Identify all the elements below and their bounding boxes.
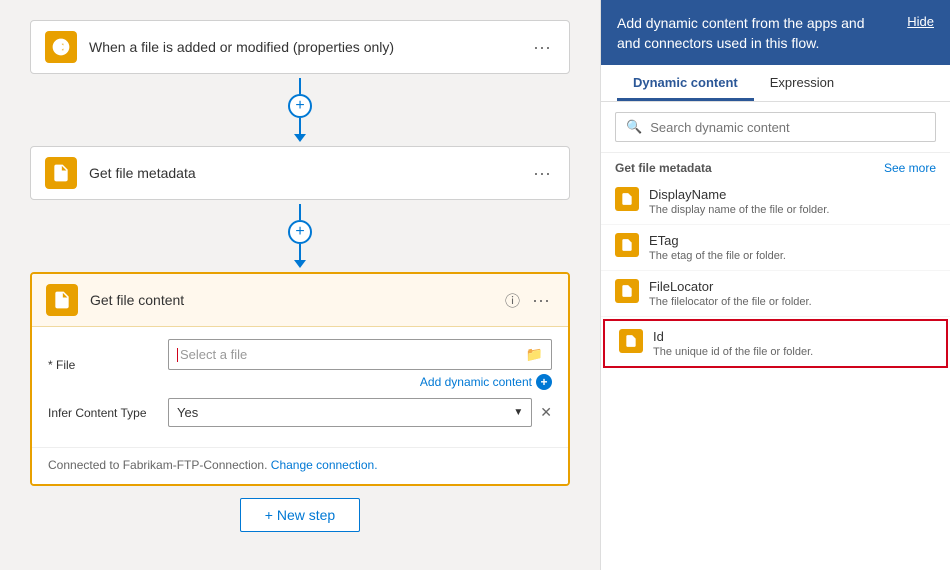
search-icon: 🔍 (626, 119, 642, 135)
item-text: FileLocator The filelocator of the file … (649, 279, 812, 308)
item-icon (615, 279, 639, 303)
step2-icon (45, 157, 77, 189)
file-input-wrap: Select a file 📁 Add dynamic content + (168, 339, 552, 390)
infer-content-type-label: Infer Content Type (48, 406, 168, 420)
step3-icon (46, 284, 78, 316)
file-folder-icon: 📁 (526, 346, 543, 363)
list-item-highlighted[interactable]: Id The unique id of the file or folder. (603, 319, 948, 368)
list-item[interactable]: DisplayName The display name of the file… (601, 179, 950, 225)
step3-header: Get file content ⓘ ··· (32, 274, 568, 327)
list-item[interactable]: ETag The etag of the file or folder. (601, 225, 950, 271)
change-connection-link[interactable]: Change connection. (271, 458, 378, 472)
infer-content-type-wrap: Yes ▼ ✕ (168, 398, 552, 427)
search-box: 🔍 (615, 112, 936, 142)
step3-expanded-block: Get file content ⓘ ··· * File Select a f… (30, 272, 570, 486)
connector1-add-button[interactable]: + (288, 94, 312, 118)
item-desc: The display name of the file or folder. (649, 204, 829, 216)
step1-icon (45, 31, 77, 63)
file-placeholder: Select a file (180, 347, 247, 362)
panel-section-header: Get file metadata See more (601, 153, 950, 179)
step1-more-button[interactable]: ··· (529, 37, 555, 58)
tab-dynamic-content[interactable]: Dynamic content (617, 65, 754, 101)
main-canvas: When a file is added or modified (proper… (0, 0, 600, 570)
step3-body: * File Select a file 📁 Add dynamic conte… (32, 327, 568, 447)
infer-content-type-select[interactable]: Yes ▼ (168, 398, 532, 427)
step3-info-button[interactable]: ⓘ (505, 290, 520, 311)
step3-title: Get file content (90, 292, 505, 308)
file-content-icon (52, 290, 72, 310)
connection-text: Connected to Fabrikam-FTP-Connection. Ch… (32, 447, 568, 484)
panel-header-text: Add dynamic content from the apps and an… (617, 14, 891, 53)
item-icon (615, 187, 639, 211)
connector1-arrow (294, 134, 306, 142)
step1-title: When a file is added or modified (proper… (89, 39, 529, 55)
item-icon (619, 329, 643, 353)
tab-expression[interactable]: Expression (754, 65, 850, 101)
cursor-blink (177, 348, 178, 362)
file-field-row: * File Select a file 📁 Add dynamic conte… (48, 339, 552, 390)
add-dynamic-content-link[interactable]: Add dynamic content + (168, 374, 552, 390)
step3-more-button[interactable]: ··· (528, 290, 554, 311)
file-input[interactable]: Select a file 📁 (168, 339, 552, 370)
item-name: Id (653, 329, 813, 344)
connector2: + (288, 204, 312, 268)
ftp-icon (620, 238, 634, 252)
ftp-icon (624, 334, 638, 348)
connector2-line (299, 204, 301, 220)
connector2-line2 (299, 244, 301, 260)
ftp-icon (620, 192, 634, 206)
search-input[interactable] (650, 120, 925, 135)
item-name: ETag (649, 233, 786, 248)
connector2-arrow (294, 260, 306, 268)
item-desc: The unique id of the file or folder. (653, 346, 813, 358)
panel-tabs: Dynamic content Expression (601, 65, 950, 102)
panel-search-area: 🔍 (601, 102, 950, 153)
add-dynamic-label: Add dynamic content (420, 375, 532, 389)
infer-content-type-value: Yes (177, 405, 198, 420)
item-desc: The etag of the file or folder. (649, 250, 786, 262)
step1-block: When a file is added or modified (proper… (30, 20, 570, 74)
connector1: + (288, 78, 312, 142)
step2-title: Get file metadata (89, 165, 529, 181)
item-text: ETag The etag of the file or folder. (649, 233, 786, 262)
add-dynamic-plus-icon: + (536, 374, 552, 390)
trigger-icon (51, 37, 71, 57)
dynamic-items-list: DisplayName The display name of the file… (601, 179, 950, 570)
connector1-line (299, 78, 301, 94)
panel-hide-button[interactable]: Hide (907, 14, 934, 29)
panel-header: Add dynamic content from the apps and an… (601, 0, 950, 65)
file-input-cursor: Select a file (177, 347, 247, 362)
ftp-icon (620, 284, 634, 298)
connector1-line2 (299, 118, 301, 134)
select-chevron-icon: ▼ (513, 407, 523, 418)
connector2-add-button[interactable]: + (288, 220, 312, 244)
step2-more-button[interactable]: ··· (529, 163, 555, 184)
list-item[interactable]: FileLocator The filelocator of the file … (601, 271, 950, 317)
step2-block: Get file metadata ··· (30, 146, 570, 200)
infer-content-type-clear-button[interactable]: ✕ (540, 404, 552, 421)
infer-content-type-row: Infer Content Type Yes ▼ ✕ (48, 398, 552, 427)
see-more-link[interactable]: See more (884, 161, 936, 175)
item-desc: The filelocator of the file or folder. (649, 296, 812, 308)
item-name: FileLocator (649, 279, 812, 294)
panel-section-title: Get file metadata (615, 161, 712, 175)
right-panel: Add dynamic content from the apps and an… (600, 0, 950, 570)
item-text: DisplayName The display name of the file… (649, 187, 829, 216)
item-name: DisplayName (649, 187, 829, 202)
file-field-label: * File (48, 358, 168, 372)
new-step-button[interactable]: + New step (240, 498, 360, 532)
item-icon (615, 233, 639, 257)
item-text: Id The unique id of the file or folder. (653, 329, 813, 358)
action-icon (51, 163, 71, 183)
